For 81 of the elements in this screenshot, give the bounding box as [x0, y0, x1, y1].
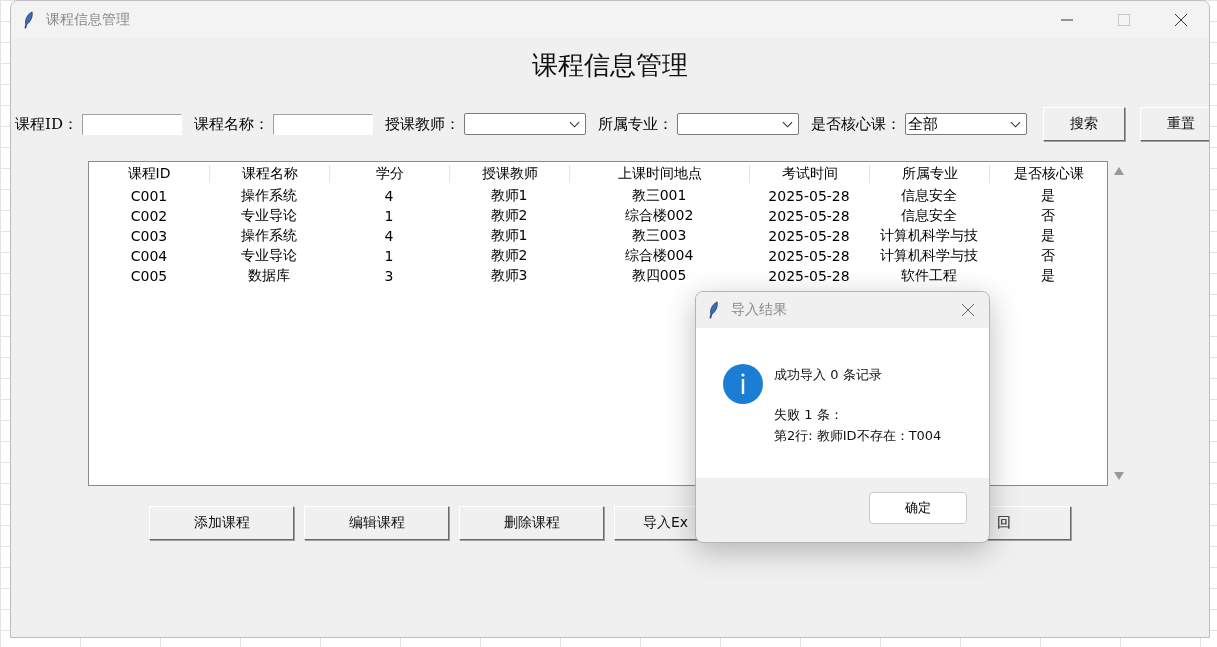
input-field[interactable] — [272, 113, 373, 135]
table-cell-text: 教师2 — [489, 207, 529, 225]
input-field[interactable] — [81, 113, 182, 135]
table-cell-text: 计算机科学与技 — [879, 227, 979, 245]
page-heading: 课程信息管理 — [531, 49, 689, 82]
table-cell-text: 软件工程 — [900, 267, 958, 285]
dropdown[interactable] — [676, 113, 799, 135]
column-header[interactable]: 是否核心课 — [989, 165, 1107, 183]
table-cell-text: 3 — [383, 268, 395, 284]
table-cell-text: 1 — [383, 208, 395, 224]
table-cell-text: C001 — [129, 188, 169, 204]
close-icon[interactable] — [962, 304, 974, 316]
table-cell-text: C005 — [129, 268, 169, 284]
action-button[interactable]: 添加课程 — [149, 506, 294, 540]
feather-icon — [23, 10, 34, 29]
column-header[interactable]: 课程名称 — [209, 165, 329, 183]
chevron-icon — [568, 120, 580, 128]
column-header[interactable]: 课程ID — [89, 165, 209, 183]
table-cell-text: 是 — [1040, 227, 1056, 245]
maximize-icon[interactable] — [1118, 13, 1130, 26]
table-cell-text: 是 — [1040, 267, 1056, 285]
chevron-icon — [781, 120, 793, 128]
dialog-detail: 第2行: 教师ID不存在：T004 — [774, 427, 942, 445]
scroll-up-icon[interactable] — [1114, 167, 1124, 175]
table-cell-text: 操作系统 — [240, 227, 298, 245]
column-header[interactable]: 考试时间 — [749, 165, 869, 183]
table-cell-text: 教师2 — [489, 247, 529, 265]
table-cell-text: 教四005 — [630, 267, 688, 285]
table-cell-text: 综合楼004 — [623, 247, 695, 265]
table-cell-text: 教师3 — [489, 267, 529, 285]
column-header[interactable]: 上课时间地点 — [569, 165, 749, 183]
table-cell-text: C003 — [129, 228, 169, 244]
table-cell-text: 教三001 — [630, 187, 688, 205]
table-cell-text: 1 — [383, 248, 395, 264]
table-cell-text: 否 — [1040, 247, 1056, 265]
table-cell-text: 4 — [383, 228, 395, 244]
info-icon — [723, 364, 763, 404]
table-cell-text: 数据库 — [247, 267, 291, 285]
action-button[interactable]: 删除课程 — [459, 506, 604, 540]
dialog-message: 成功导入 0 条记录 — [774, 366, 883, 384]
filter-label: 课程ID： — [15, 114, 78, 134]
table-cell-text: 专业导论 — [240, 247, 298, 265]
filter-label: 授课教师： — [384, 114, 460, 134]
table-cell-text: 操作系统 — [240, 187, 298, 205]
table-cell-text: 教师1 — [489, 187, 529, 205]
table-cell-text: 2025-05-28 — [767, 268, 851, 284]
filter-label: 所属专业： — [597, 114, 673, 134]
window-title: 课程信息管理 — [46, 10, 130, 29]
chevron-icon — [1009, 120, 1021, 128]
filter-label: 是否核心课： — [810, 114, 901, 134]
dialog-detail: 失败 1 条： — [774, 406, 844, 424]
table-cell-text: 综合楼002 — [623, 207, 695, 225]
table-cell-text: 是 — [1040, 187, 1056, 205]
column-header[interactable]: 授课教师 — [449, 165, 569, 183]
table-cell-text: C002 — [129, 208, 169, 224]
dropdown[interactable] — [463, 113, 586, 135]
dialog-title: 导入结果 — [731, 301, 787, 319]
filter-label: 课程名称： — [193, 114, 269, 134]
table-cell-text: 教三003 — [630, 227, 688, 245]
table-cell-text: 计算机科学与技 — [879, 247, 979, 265]
ok-button[interactable]: 确定 — [869, 492, 967, 524]
table-cell-text: 2025-05-28 — [767, 248, 851, 264]
close-icon[interactable] — [1175, 13, 1187, 26]
dropdown[interactable]: 全部 — [904, 113, 1027, 135]
table-cell-text: 2025-05-28 — [767, 188, 851, 204]
toolbar-button[interactable]: 搜索 — [1042, 107, 1125, 141]
table-cell-text: 2025-05-28 — [767, 208, 851, 224]
toolbar-button[interactable]: 重置 — [1139, 107, 1209, 141]
table-cell-text: 4 — [383, 188, 395, 204]
action-button[interactable]: 编辑课程 — [304, 506, 449, 540]
table-cell-text: 教师1 — [489, 227, 529, 245]
scroll-down-icon[interactable] — [1114, 472, 1124, 480]
column-header[interactable]: 学分 — [329, 165, 449, 183]
feather-icon — [708, 301, 719, 319]
table-cell-text: C004 — [129, 248, 169, 264]
table-cell-text: 否 — [1040, 207, 1056, 225]
table-cell-text: 信息安全 — [900, 187, 958, 205]
table-cell-text: 专业导论 — [240, 207, 298, 225]
table-cell-text: 信息安全 — [900, 207, 958, 225]
column-header[interactable]: 所属专业 — [869, 165, 989, 183]
table-cell-text: 2025-05-28 — [767, 228, 851, 244]
